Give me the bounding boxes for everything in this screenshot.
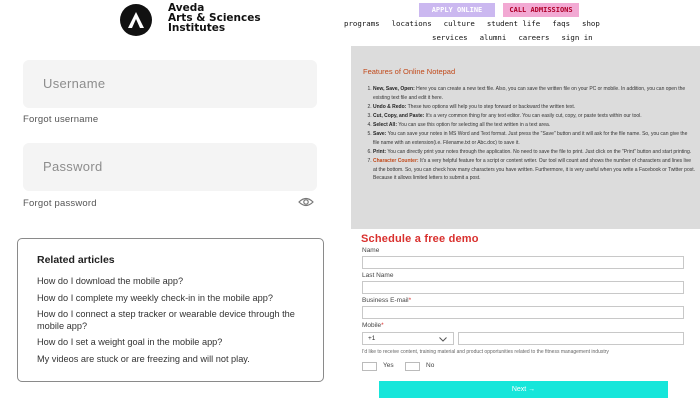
logo-line: Institutes	[168, 22, 226, 34]
feature-text: Here you can create a new text file. Als…	[373, 86, 686, 101]
username-input[interactable]: Username	[23, 60, 317, 108]
nav-item-shop[interactable]: shop	[582, 19, 600, 28]
feature-term: Undo & Redo:	[373, 103, 407, 110]
logo-wordmark[interactable]: Aveda Arts & Sciences Institutes	[168, 3, 261, 34]
name-label: Name	[362, 247, 380, 254]
feature-item: Print: You can directly print your notes…	[373, 148, 695, 157]
aveda-logo-icon	[128, 12, 144, 28]
feature-text: These two options will help you to step …	[406, 103, 576, 110]
related-article-link[interactable]: How do I download the mobile app?	[37, 276, 317, 288]
password-input[interactable]: Password	[23, 143, 317, 191]
mobile-number-field[interactable]	[458, 332, 684, 345]
country-code-select[interactable]: +1	[362, 332, 454, 345]
business-email-label-text: Business E-mail	[362, 297, 409, 304]
related-articles-panel: Related articles How do I download the m…	[17, 238, 324, 382]
feature-text: You can save your notes in MS Word and T…	[373, 131, 688, 146]
name-field[interactable]	[362, 256, 684, 269]
related-articles-list: How do I download the mobile app? How do…	[37, 276, 317, 370]
last-name-field[interactable]	[362, 281, 684, 294]
forgot-password-link[interactable]: Forgot password	[23, 198, 97, 209]
nav-item-programs[interactable]: programs	[344, 19, 380, 28]
nav-item-sign-in[interactable]: sign in	[561, 33, 592, 42]
nav-item-services[interactable]: services	[432, 33, 468, 42]
feature-item: Select All: You can use this option for …	[373, 121, 695, 130]
business-email-label: Business E-mail*	[362, 297, 411, 304]
nav-item-student-life[interactable]: student life	[487, 19, 540, 28]
password-placeholder: Password	[43, 159, 103, 174]
consent-no-label: No	[426, 362, 435, 369]
chevron-down-icon	[439, 337, 447, 342]
feature-text: You can directly print your notes throug…	[386, 148, 692, 155]
next-button[interactable]: Next →	[379, 381, 668, 398]
notepad-features-list: New, Save, Open: Here you can create a n…	[373, 85, 695, 183]
country-code-value: +1	[368, 335, 376, 342]
apply-online-button[interactable]: APPLY ONLINE	[419, 3, 495, 17]
feature-item: Save: You can save your notes in MS Word…	[373, 130, 695, 147]
required-mark: *	[381, 322, 384, 329]
username-placeholder: Username	[43, 76, 106, 91]
feature-term: Character Counter:	[373, 157, 419, 164]
forgot-username-link[interactable]: Forgot username	[23, 114, 98, 125]
feature-text: It's a very common thing for any text ed…	[424, 112, 642, 119]
notepad-features-title: Features of Online Notepad	[363, 67, 456, 76]
mobile-label-text: Mobile	[362, 322, 382, 329]
feature-text: It's a very helpful feature for a script…	[373, 157, 695, 182]
feature-term: New, Save, Open:	[373, 86, 415, 92]
nav-item-culture[interactable]: culture	[444, 19, 475, 28]
mobile-label: Mobile*	[362, 322, 384, 329]
related-article-link[interactable]: How do I connect a step tracker or weara…	[37, 309, 317, 332]
business-email-field[interactable]	[362, 306, 684, 319]
main-nav: programs locations culture student life …	[344, 19, 612, 28]
feature-item: New, Save, Open: Here you can create a n…	[373, 85, 695, 102]
feature-item: Character Counter: It's a very helpful f…	[373, 157, 695, 183]
feature-term: Select All:	[373, 121, 397, 128]
nav-item-faqs[interactable]: faqs	[552, 19, 570, 28]
related-articles-title: Related articles	[37, 254, 115, 266]
nav-item-alumni[interactable]: alumni	[480, 33, 507, 42]
feature-term: Cut, Copy, and Paste:	[373, 112, 425, 119]
feature-text: You can use this option for selecting al…	[397, 121, 551, 128]
schedule-demo-title: Schedule a free demo	[361, 233, 479, 245]
feature-term: Print:	[373, 148, 387, 155]
related-article-link[interactable]: How do I complete my weekly check-in in …	[37, 293, 317, 305]
related-article-link[interactable]: My videos are stuck or are freezing and …	[37, 354, 317, 366]
nav-item-careers[interactable]: careers	[518, 33, 549, 42]
notepad-features-panel: Features of Online Notepad New, Save, Op…	[351, 46, 700, 229]
feature-term: Save:	[373, 131, 387, 138]
consent-no-radio[interactable]	[405, 362, 420, 371]
call-admissions-button[interactable]: CALL ADMISSIONS	[503, 3, 579, 17]
consent-yes-label: Yes	[383, 362, 394, 369]
logo-mark[interactable]	[120, 4, 152, 36]
show-password-eye-icon[interactable]	[298, 196, 314, 208]
last-name-label: Last Name	[362, 272, 394, 279]
secondary-nav: services alumni careers sign in	[432, 33, 605, 42]
related-article-link[interactable]: How do I set a weight goal in the mobile…	[37, 337, 317, 349]
nav-item-locations[interactable]: locations	[392, 19, 432, 28]
consent-yes-radio[interactable]	[362, 362, 377, 371]
consent-text: I'd like to receive content, training ma…	[362, 349, 609, 355]
feature-item: Cut, Copy, and Paste: It's a very common…	[373, 112, 695, 121]
required-mark: *	[408, 297, 412, 304]
feature-item: Undo & Redo: These two options will help…	[373, 103, 695, 112]
